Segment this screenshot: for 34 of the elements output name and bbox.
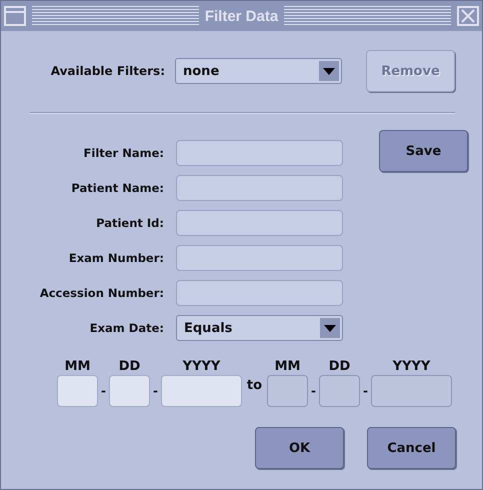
field-label: Accession Number:	[38, 286, 164, 300]
date-part-label: MM	[274, 359, 300, 374]
date-part-label: YYYY	[182, 359, 220, 374]
date-part-label: DD	[118, 359, 140, 374]
field-label: Exam Number:	[68, 251, 164, 265]
field-label: Patient Name:	[70, 181, 164, 195]
date-part-label: DD	[328, 359, 350, 374]
cancel-button[interactable]: Cancel	[367, 427, 456, 469]
date-part-label: MM	[64, 359, 90, 374]
date-separator: -	[362, 384, 369, 398]
ok-button[interactable]: OK	[255, 427, 344, 469]
date-separator: -	[310, 384, 317, 398]
date-separator: -	[100, 384, 107, 398]
date-field[interactable]	[161, 375, 242, 407]
text-field[interactable]	[176, 280, 343, 306]
range-label: to	[246, 378, 264, 393]
date-separator: -	[152, 384, 159, 398]
text-field[interactable]	[176, 140, 343, 166]
text-field[interactable]	[176, 175, 343, 201]
text-field[interactable]	[176, 210, 343, 236]
save-button[interactable]: Save	[379, 130, 468, 172]
window-title: Filter Data	[204, 8, 278, 24]
field-label: Available Filters:	[50, 64, 165, 78]
field-label: Patient Id:	[95, 216, 164, 230]
close-icon[interactable]	[457, 6, 480, 26]
date-field[interactable]	[57, 375, 98, 407]
date-field[interactable]	[109, 375, 150, 407]
date-part-label: YYYY	[392, 359, 430, 374]
filters-dropdown[interactable]: none	[175, 58, 342, 84]
date-mode-dropdown[interactable]: Equals	[176, 315, 343, 341]
window-menu-icon[interactable]	[4, 6, 26, 26]
field-label: Filter Name:	[82, 146, 164, 160]
field-label: Exam Date:	[88, 321, 164, 335]
text-field[interactable]	[176, 245, 343, 271]
